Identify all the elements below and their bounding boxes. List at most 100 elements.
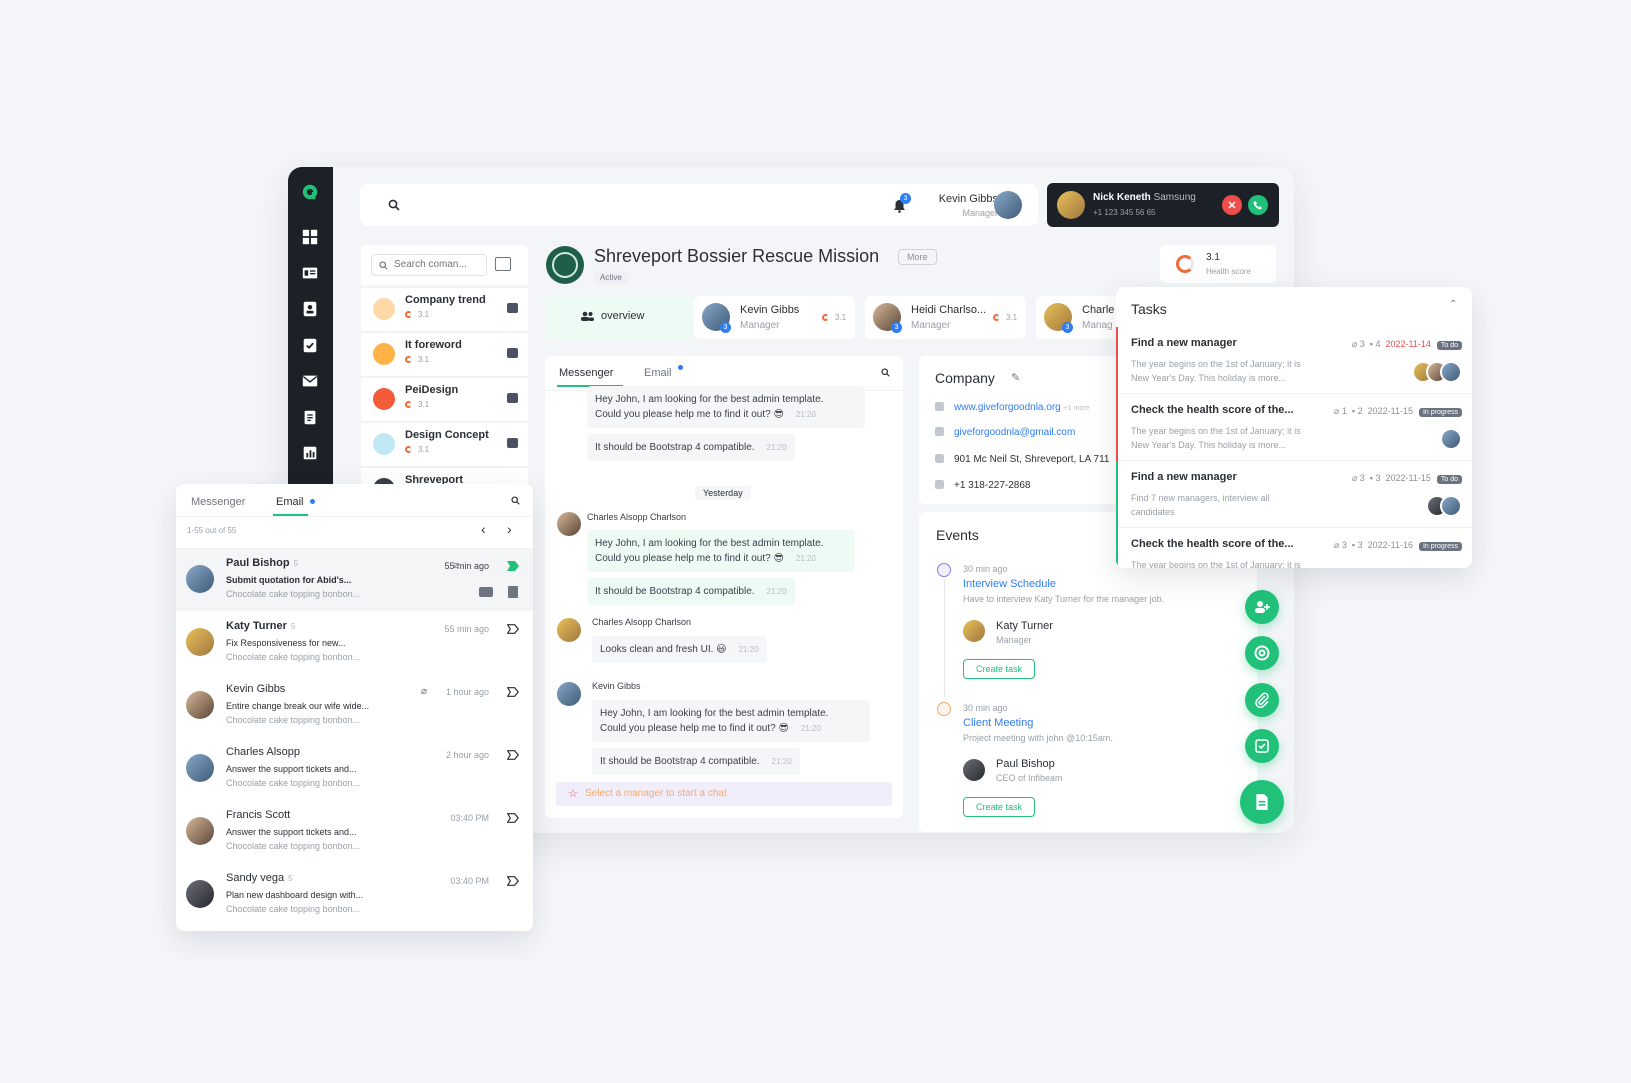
- event-calendar-icon: [937, 563, 951, 577]
- list-item[interactable]: Shreveport: [361, 468, 528, 485]
- add-user-button[interactable]: [1245, 590, 1279, 624]
- accept-call-button[interactable]: [1248, 195, 1268, 215]
- decline-call-button[interactable]: [1222, 195, 1242, 215]
- caller-phone: +1 123 345 56 65: [1093, 208, 1156, 217]
- topbar-avatar[interactable]: [994, 191, 1022, 219]
- list-item[interactable]: Company trend 3.1: [361, 288, 528, 332]
- email-subject: Plan new dashboard design with...: [226, 890, 364, 900]
- task-status-badge: In progress: [1418, 408, 1462, 417]
- task-item[interactable]: Check the health score of the... The yea…: [1116, 528, 1472, 568]
- flag-icon[interactable]: [507, 624, 519, 634]
- avatar: [557, 682, 581, 706]
- flag-icon[interactable]: [507, 813, 519, 823]
- envelope-icon: [935, 427, 944, 436]
- create-task-button[interactable]: Create task: [963, 797, 1036, 817]
- chat-icon[interactable]: [507, 393, 518, 403]
- event-person-role: Manager: [996, 635, 1032, 645]
- person-score: 3.1: [822, 313, 846, 322]
- event-time: 30 min ago: [963, 703, 1008, 713]
- chat-message: Hey John, I am looking for the best admi…: [587, 530, 855, 572]
- email-subject: Submit quotation for Abid's...: [226, 575, 352, 585]
- website-link[interactable]: www.giveforgoodnla.org: [954, 402, 1061, 413]
- phone-icon: [935, 480, 944, 489]
- chat-icon[interactable]: [507, 303, 518, 313]
- website-more[interactable]: +1 more: [1064, 405, 1090, 412]
- list-item[interactable]: It foreword 3.1: [361, 333, 528, 377]
- search-icon[interactable]: [388, 199, 400, 211]
- mail-icon[interactable]: [301, 372, 319, 390]
- email-row[interactable]: Paul Bishop 5 Submit quotation for Abid's…: [176, 549, 533, 611]
- tab-overview[interactable]: overview: [545, 296, 694, 339]
- create-task-button[interactable]: Create task: [963, 659, 1036, 679]
- task-item[interactable]: Find a new manager The year begins on th…: [1116, 327, 1472, 394]
- person-card-kevin[interactable]: 3 Kevin Gibbs Manager 3.1: [694, 296, 855, 339]
- more-button[interactable]: More: [898, 249, 937, 265]
- chat-icon[interactable]: [507, 348, 518, 358]
- tab-email[interactable]: Email: [276, 496, 304, 508]
- health-gauge-icon: [1176, 255, 1194, 273]
- company-name: Design Concept: [405, 429, 489, 441]
- contacts-card-icon[interactable]: [301, 264, 319, 282]
- next-page-icon[interactable]: ›: [507, 521, 512, 537]
- task-item[interactable]: Check the health score of the... The yea…: [1116, 394, 1472, 461]
- logo-icon[interactable]: [301, 183, 319, 201]
- dashboard-icon[interactable]: [301, 228, 319, 246]
- trash-icon[interactable]: [508, 586, 518, 598]
- company-score: 3.1: [405, 445, 429, 454]
- chat-input-placeholder: Select a manager to start a chat: [585, 788, 727, 799]
- search-icon[interactable]: [881, 368, 890, 377]
- chat-icon[interactable]: [507, 438, 518, 448]
- prev-page-icon[interactable]: ‹: [481, 521, 486, 537]
- search-icon[interactable]: [511, 496, 520, 505]
- person-card-charles[interactable]: 3 Charle Manag: [1036, 296, 1116, 339]
- message-sender: Kevin Gibbs: [592, 681, 641, 691]
- sender-name: Sandy vega: [226, 872, 285, 884]
- email-row[interactable]: Francis Scott Answer the support tickets…: [176, 801, 533, 863]
- tab-email[interactable]: Email: [644, 367, 672, 379]
- event-person-name: Paul Bishop: [996, 758, 1055, 770]
- event-title[interactable]: Interview Schedule: [963, 578, 1056, 590]
- email-preview: Chocolate cake topping bonbon...: [226, 715, 361, 725]
- task-item[interactable]: Find a new manager Find 7 new managers, …: [1116, 461, 1472, 528]
- email-link[interactable]: giveforgoodnla@gmail.com: [954, 427, 1075, 438]
- avatar: [186, 628, 214, 656]
- chevron-up-icon[interactable]: ⌃: [1449, 299, 1457, 310]
- edit-pencil-icon[interactable]: ✎: [1011, 371, 1020, 384]
- phone-icon: [1253, 201, 1262, 210]
- email-row: giveforgoodnla@gmail.com: [935, 427, 1075, 438]
- tab-messenger[interactable]: Messenger: [559, 367, 613, 379]
- email-row[interactable]: Sandy vega 5 Plan new dashboard design wi…: [176, 864, 533, 926]
- email-row[interactable]: Katy Turner 5 Fix Responsiveness for new.…: [176, 612, 533, 674]
- task-description: Find 7 new managers, interview all candid…: [1131, 493, 1270, 517]
- attach-button[interactable]: [1245, 683, 1279, 717]
- list-item[interactable]: PeiDesign 3.1: [361, 378, 528, 422]
- tasks-check-icon[interactable]: [301, 336, 319, 354]
- flag-icon[interactable]: [507, 876, 519, 886]
- user-card-icon[interactable]: [301, 300, 319, 318]
- list-item[interactable]: Design Concept 3.1: [361, 423, 528, 467]
- message-sender: Charles Alsopp Charlson: [592, 617, 692, 627]
- person-card-heidi[interactable]: 3 Heidi Charlso... Manager 3.1: [865, 296, 1026, 339]
- collapse-panel-icon[interactable]: [495, 257, 511, 271]
- event-title[interactable]: Client Meeting: [963, 717, 1033, 729]
- paperclip-icon: ⌀: [452, 560, 459, 571]
- flag-icon[interactable]: [507, 561, 519, 571]
- flag-icon[interactable]: [507, 750, 519, 760]
- mark-read-icon[interactable]: [479, 587, 493, 597]
- new-document-button[interactable]: [1240, 780, 1284, 824]
- email-preview: Chocolate cake topping bonbon...: [226, 841, 361, 851]
- chart-icon[interactable]: [301, 444, 319, 462]
- email-row[interactable]: Kevin Gibbs Entire change break our wife…: [176, 675, 533, 737]
- flag-icon[interactable]: [507, 687, 519, 697]
- email-row[interactable]: Charles Alsopp Answer the support ticket…: [176, 738, 533, 800]
- support-button[interactable]: [1245, 636, 1279, 670]
- clipboard-icon[interactable]: [301, 408, 319, 426]
- avatar: [186, 880, 214, 908]
- tab-messenger[interactable]: Messenger: [191, 496, 245, 508]
- events-section-title: Events: [936, 527, 979, 543]
- company-search-input[interactable]: Search coman...: [371, 254, 487, 276]
- gallery-button[interactable]: [1245, 729, 1279, 763]
- task-meta: ⌀ 3 ▪ 3 2022-11-15 To do: [1352, 473, 1462, 484]
- chat-input[interactable]: ☆ Select a manager to start a chat: [556, 782, 892, 806]
- company-logo: [546, 246, 584, 284]
